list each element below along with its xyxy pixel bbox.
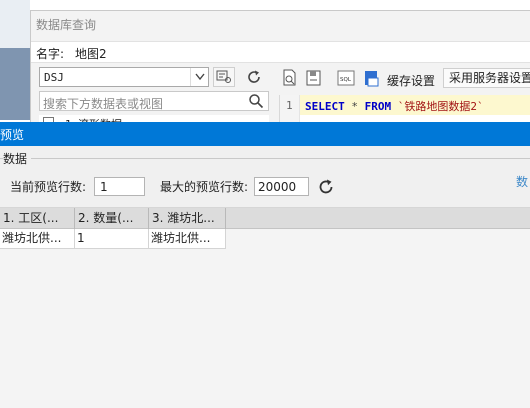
sql-icon[interactable]: SQL <box>337 69 355 87</box>
name-bar: 名字: 地图2 <box>31 41 530 63</box>
search-icon[interactable] <box>248 93 264 109</box>
preview-icon[interactable] <box>281 69 299 87</box>
max-preview-rows-value: 20000 <box>258 180 297 194</box>
sql-text: SELECT * FROM `铁路地图数据2` <box>305 98 484 114</box>
database-select-value: DSJ <box>44 71 64 84</box>
screen: 数据库查询 名字: 地图2 DSJ 搜索下方数据表或视图 1c滚形数据 <box>0 0 530 408</box>
data-group-label: 数据 <box>3 150 32 167</box>
save-icon[interactable] <box>305 69 323 87</box>
window-title: 数据库查询 <box>36 18 97 32</box>
name-input[interactable]: 地图2 <box>75 45 107 62</box>
grid-header: 1. 工区(... 2. 数量(... 3. 潍坊北... <box>0 208 530 229</box>
preview-dialog: 预览 数据 当前预览行数: 1 最大的预览行数: 20000 数 1. 工区(.… <box>0 122 530 408</box>
desktop-background-blue <box>0 48 30 120</box>
table-cell[interactable]: 潍坊北供... <box>149 229 226 249</box>
preview-title: 预览 <box>0 128 25 142</box>
sql-table-name: `铁路地图数据2` <box>397 100 484 113</box>
editor-toolbar: SQL 缓存设置 采用服务器设置 <box>279 67 530 91</box>
database-query-window: 数据库查询 名字: 地图2 DSJ 搜索下方数据表或视图 1c滚形数据 <box>30 10 530 131</box>
preview-grid: 1. 工区(... 2. 数量(... 3. 潍坊北... 潍坊北供... 1 … <box>0 207 530 408</box>
cache-icon[interactable] <box>363 69 381 87</box>
table-cell[interactable]: 1 <box>75 229 149 249</box>
line-number: 1 <box>286 99 293 112</box>
current-preview-rows-field[interactable]: 1 <box>94 177 145 196</box>
refresh-button[interactable] <box>243 67 265 87</box>
column-header[interactable]: 2. 数量(... <box>75 208 149 229</box>
sql-keyword-select: SELECT <box>305 100 345 113</box>
filter-icon <box>216 70 231 83</box>
preview-titlebar[interactable]: 预览 <box>0 122 530 146</box>
sql-line[interactable]: SELECT * FROM `铁路地图数据2` <box>300 95 530 115</box>
desktop-background <box>0 0 30 120</box>
name-label: 名字: <box>36 47 65 61</box>
column-header[interactable]: 3. 潍坊北... <box>149 208 226 229</box>
dropdown-arrow-icon[interactable] <box>190 68 208 86</box>
refresh-icon <box>248 70 260 83</box>
current-preview-rows-label: 当前预览行数: <box>10 180 87 194</box>
table-search-input[interactable]: 搜索下方数据表或视图 <box>39 91 269 111</box>
sql-star: * <box>351 100 358 113</box>
max-preview-rows-input[interactable]: 20000 <box>254 177 309 196</box>
database-select[interactable]: DSJ <box>39 67 209 87</box>
current-preview-rows-value: 1 <box>100 180 108 194</box>
cache-settings-button[interactable]: 缓存设置 <box>387 72 435 89</box>
table-cell[interactable]: 潍坊北供... <box>0 229 75 249</box>
sql-keyword-from: FROM <box>364 100 392 113</box>
refresh-icon[interactable] <box>316 177 336 197</box>
server-settings-button[interactable]: 采用服务器设置 <box>443 68 530 88</box>
group-divider <box>0 158 530 159</box>
search-placeholder: 搜索下方数据表或视图 <box>43 97 164 111</box>
max-preview-rows-label: 最大的预览行数: <box>160 180 249 194</box>
filter-button[interactable] <box>213 67 235 87</box>
column-header[interactable]: 1. 工区(... <box>0 208 75 229</box>
data-link[interactable]: 数 <box>516 173 528 190</box>
svg-text:SQL: SQL <box>340 77 352 83</box>
